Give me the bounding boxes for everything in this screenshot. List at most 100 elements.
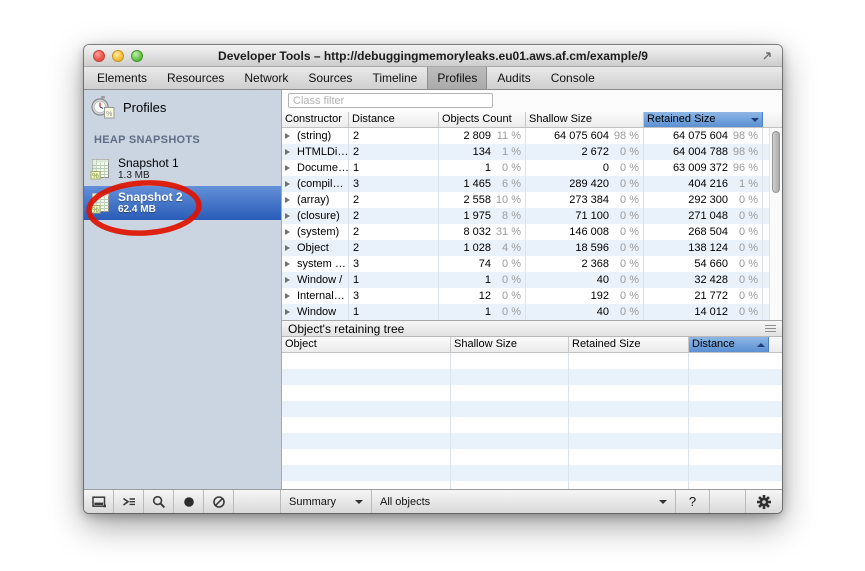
table-row[interactable]: (array)22 55810 %273 3840 %292 3000 %	[282, 192, 782, 208]
disclosure-triangle-icon	[285, 277, 293, 283]
objects-count-cell: 10 %	[439, 304, 526, 320]
table-row[interactable]: Docume…110 %00 %63 009 37296 %	[282, 160, 782, 176]
retained-size-value: 404 216	[648, 176, 728, 192]
disclosure-triangle-icon	[285, 149, 293, 155]
search-button[interactable]	[144, 490, 174, 513]
tab-profiles[interactable]: Profiles	[427, 67, 487, 89]
objects-count-cell: 1 9758 %	[439, 208, 526, 224]
distance-cell: 3	[349, 176, 439, 192]
help-button[interactable]: ?	[676, 490, 710, 513]
dock-side-button[interactable]	[84, 490, 114, 513]
search-icon	[151, 494, 167, 510]
table-row[interactable]: (system)28 03231 %146 0080 %268 5040 %	[282, 224, 782, 240]
column-header-shallow-size[interactable]: Shallow Size	[451, 337, 569, 352]
gear-icon	[756, 494, 772, 510]
tab-network[interactable]: Network	[234, 67, 298, 89]
column-header-constructor[interactable]: Constructor	[282, 112, 349, 127]
record-button[interactable]	[174, 490, 204, 513]
table-row[interactable]: (string)22 80911 %64 075 60498 %64 075 6…	[282, 128, 782, 144]
tab-timeline[interactable]: Timeline	[362, 67, 427, 89]
tree-column	[569, 353, 689, 489]
column-header-object[interactable]: Object	[282, 337, 451, 352]
objects-count-value: 74	[443, 256, 491, 272]
disclosure-triangle-icon	[285, 309, 293, 315]
class-filter-input[interactable]	[288, 93, 493, 108]
table-row[interactable]: HTMLDi…21341 %2 6720 %64 004 78898 %	[282, 144, 782, 160]
table-row[interactable]: Internal…3120 %1920 %21 7720 %	[282, 288, 782, 304]
table-row[interactable]: Window /110 %400 %32 4280 %	[282, 272, 782, 288]
shallow-size-value: 289 420	[530, 176, 609, 192]
objects-count-percent: 1 %	[491, 144, 521, 160]
constructor-label: Window /	[297, 272, 342, 288]
tab-audits[interactable]: Audits	[487, 67, 540, 89]
view-mode-select[interactable]: Summary	[281, 490, 372, 513]
tree-column	[769, 353, 782, 489]
objects-filter-label: All objects	[380, 496, 430, 508]
tab-elements[interactable]: Elements	[87, 67, 157, 89]
shallow-size-cell: 71 1000 %	[526, 208, 644, 224]
column-header-label: Constructor	[285, 112, 345, 127]
objects-count-percent: 0 %	[491, 256, 521, 272]
vertical-scrollbar[interactable]	[769, 128, 782, 320]
snapshot-item-snapshot-2[interactable]: % Snapshot 262.4 MB	[84, 186, 281, 220]
tab-resources[interactable]: Resources	[157, 67, 234, 89]
column-header-retained-size[interactable]: Retained Size	[644, 112, 763, 127]
shallow-size-cell: 1920 %	[526, 288, 644, 304]
table-row[interactable]: Window110 %400 %14 0120 %	[282, 304, 782, 320]
constructor-cell: (array)	[282, 192, 349, 208]
objects-count-cell: 120 %	[439, 288, 526, 304]
shallow-size-value: 18 596	[530, 240, 609, 256]
objects-count-cell: 8 03231 %	[439, 224, 526, 240]
objects-filter-select[interactable]: All objects	[372, 490, 676, 513]
heap-table-body: (string)22 80911 %64 075 60498 %64 075 6…	[282, 128, 782, 320]
table-row[interactable]: (closure)21 9758 %71 1000 %271 0480 %	[282, 208, 782, 224]
clear-button[interactable]	[204, 490, 234, 513]
tab-console[interactable]: Console	[541, 67, 605, 89]
objects-count-percent: 31 %	[491, 224, 521, 240]
table-row[interactable]: Object21 0284 %18 5960 %138 1240 %	[282, 240, 782, 256]
retained-size-cell: 404 2161 %	[644, 176, 763, 192]
shallow-size-value: 192	[530, 288, 609, 304]
column-header-retained-size[interactable]: Retained Size	[569, 337, 689, 352]
close-window-button[interactable]	[93, 50, 105, 62]
retained-size-value: 54 660	[648, 256, 728, 272]
shallow-size-value: 40	[530, 272, 609, 288]
retaining-tree-body	[282, 353, 782, 489]
minimize-window-button[interactable]	[112, 50, 124, 62]
tab-bar: ElementsResourcesNetworkSourcesTimelineP…	[84, 67, 782, 90]
column-header-objects-count[interactable]: Objects Count	[439, 112, 526, 127]
shallow-size-percent: 0 %	[609, 208, 639, 224]
objects-count-percent: 8 %	[491, 208, 521, 224]
column-header-label: Shallow Size	[529, 112, 640, 127]
disclosure-triangle-icon	[285, 245, 293, 251]
column-header-shallow-size[interactable]: Shallow Size	[526, 112, 644, 127]
distance-cell: 2	[349, 208, 439, 224]
column-header-distance[interactable]: Distance	[349, 112, 439, 127]
title-bar[interactable]: Developer Tools – http://debuggingmemory…	[84, 45, 782, 67]
shallow-size-percent: 0 %	[609, 192, 639, 208]
objects-count-value: 8 032	[443, 224, 491, 240]
sidebar-item-profiles[interactable]: % Profiles	[84, 90, 281, 122]
disclosure-triangle-icon	[285, 181, 293, 187]
table-row[interactable]: (compil…31 4656 %289 4200 %404 2161 %	[282, 176, 782, 192]
pane-menu-icon[interactable]	[765, 325, 776, 332]
objects-count-value: 12	[443, 288, 491, 304]
column-header-distance[interactable]: Distance	[689, 337, 769, 352]
scrollbar-thumb[interactable]	[772, 131, 780, 193]
disclosure-triangle-icon	[285, 213, 293, 219]
table-row[interactable]: system …3740 %2 3680 %54 6600 %	[282, 256, 782, 272]
show-console-button[interactable]	[114, 490, 144, 513]
column-header-label: Distance	[352, 112, 435, 127]
shallow-size-percent: 0 %	[609, 176, 639, 192]
shallow-size-cell: 2 3680 %	[526, 256, 644, 272]
retained-size-value: 138 124	[648, 240, 728, 256]
undock-icon[interactable]	[760, 49, 774, 63]
statusbar-spacer	[234, 490, 281, 513]
constructor-cell: Internal…	[282, 288, 349, 304]
snapshot-item-snapshot-1[interactable]: % Snapshot 11.3 MB	[84, 152, 281, 186]
column-header-label: Distance	[692, 337, 755, 352]
zoom-window-button[interactable]	[131, 50, 143, 62]
constructor-cell: (closure)	[282, 208, 349, 224]
tab-sources[interactable]: Sources	[298, 67, 362, 89]
settings-button[interactable]	[746, 490, 782, 513]
